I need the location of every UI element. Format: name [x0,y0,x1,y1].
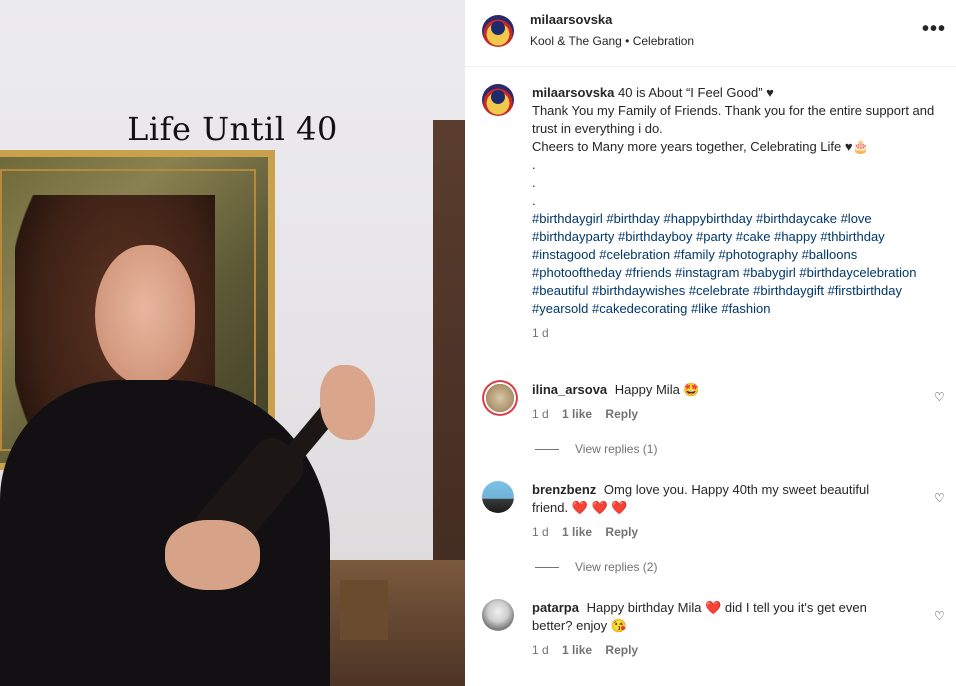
post-header: milaarsovska Kool & The Gang • Celebrati… [465,0,956,67]
caption-username[interactable]: milaarsovska [532,85,614,100]
comment-text: Happy birthday Mila ❤️ did I tell you it… [532,600,867,633]
decoration [340,580,388,640]
heart-icon[interactable]: ♡ [934,489,946,505]
comment-username[interactable]: ilina_arsova [532,382,607,397]
post-media[interactable]: Life Until 40 [0,0,465,686]
caption-time[interactable]: 1 d [532,326,549,340]
hand [320,365,375,440]
reply-button[interactable]: Reply [605,643,638,657]
header-username[interactable]: milaarsovska [530,12,612,27]
audio-info[interactable]: Kool & The Gang • Celebration [530,34,694,48]
caption-dot: . [532,175,536,190]
divider [535,567,559,569]
comment-time[interactable]: 1 d [532,407,549,421]
reply-button[interactable]: Reply [605,525,638,539]
comment-likes[interactable]: 1 like [562,643,592,657]
comment-avatar[interactable] [482,481,514,513]
divider [535,449,559,451]
comment-avatar[interactable] [482,599,514,631]
overlay-text: Life Until 40 [127,110,338,148]
comment-username[interactable]: patarpa [532,600,579,615]
caption: milaarsovska 40 is About “I Feel Good” ♥… [532,84,942,342]
heart-icon[interactable]: ♡ [934,607,946,623]
caption-avatar[interactable] [482,84,514,116]
view-replies-label[interactable]: View replies (2) [575,560,657,574]
view-replies-label[interactable]: View replies (1) [575,442,657,456]
comment-username[interactable]: brenzbenz [532,482,596,497]
post-sidebar: milaarsovska Kool & The Gang • Celebrati… [465,0,956,686]
comment: brenzbenz Omg love you. Happy 40th my sw… [482,481,952,541]
heart-icon[interactable]: ♡ [934,388,946,404]
person-face [95,245,195,385]
caption-line: 40 is About “I Feel Good” ♥ [618,85,774,100]
caption-hashtags[interactable]: #birthdaygirl #birthday #happybirthday #… [532,210,942,318]
caption-dot: . [532,157,536,172]
comment-time[interactable]: 1 d [532,525,549,539]
more-options-icon[interactable]: ••• [922,18,946,41]
reply-button[interactable]: Reply [605,407,638,421]
caption-line: Thank You my Family of Friends. Thank yo… [532,103,935,136]
hand [165,520,260,590]
view-replies[interactable]: View replies (2) [535,560,657,574]
avatar[interactable] [482,15,514,47]
comment-likes[interactable]: 1 like [562,525,592,539]
caption-dot: . [532,193,536,208]
comment: ilina_arsova Happy Mila 🤩 1 d 1 like Rep… [482,380,952,423]
person-body [0,380,330,686]
comment-likes[interactable]: 1 like [562,407,592,421]
comment-time[interactable]: 1 d [532,643,549,657]
comment-avatar[interactable] [482,380,518,416]
view-replies[interactable]: View replies (1) [535,442,657,456]
caption-line: Cheers to Many more years together, Cele… [532,139,869,154]
comment-text: Happy Mila 🤩 [614,382,700,397]
comment: patarpa Happy birthday Mila ❤️ did I tel… [482,599,952,659]
